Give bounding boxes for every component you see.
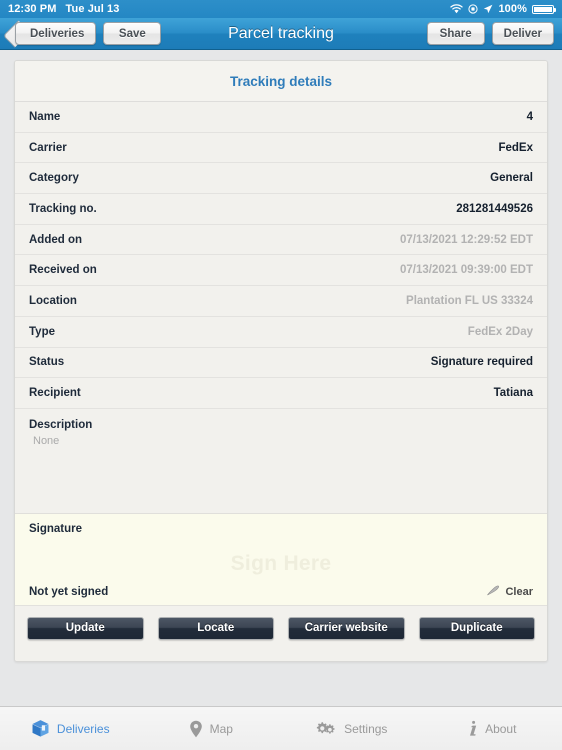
detail-row-key: Added on [29,233,83,246]
detail-row: Location Plantation FL US 33324 [15,286,547,317]
action-button-label: Update [65,622,105,635]
detail-row-value: FedEx 2Day [467,325,533,338]
tab-map[interactable]: Map [141,707,282,750]
detail-rows-list: Name 4 Carrier FedEx Category General Tracking… [15,102,547,409]
detail-row: Name 4 [15,102,547,133]
status-date: Tue Jul 13 [65,3,120,15]
detail-row: Received on 07/13/2021 09:39:00 EDT [15,255,547,287]
navigation-bar: Deliveries Save Parcel tracking Share De… [0,18,562,50]
detail-row-value: General [490,172,533,185]
action-button-carrier-website[interactable]: Carrier website [288,616,405,640]
signature-status: Not yet signed [29,586,109,599]
status-time: 12:30 PM [8,3,57,15]
tab-bar: Deliveries Map Settings About [0,706,562,750]
action-button-row: Update Locate Carrier website Duplicate [15,605,547,661]
status-bar: 12:30 PM Tue Jul 13 100% [0,0,562,18]
detail-row-key: Name [29,110,61,123]
info-i-icon [467,720,478,738]
detail-row-key: Location [29,294,77,307]
action-button-label: Duplicate [450,622,503,635]
rotation-lock-icon [468,4,479,14]
tracking-details-card: Tracking details Name 4 Carrier FedEx Catego… [14,60,548,662]
share-button[interactable]: Share [426,22,485,45]
nav-left-group: Deliveries Save [8,22,162,45]
gears-icon [315,720,337,737]
action-button-duplicate[interactable]: Duplicate [418,616,535,640]
detail-row: Type FedEx 2Day [15,316,547,348]
detail-row: Status Signature required [15,347,547,379]
deliver-button[interactable]: Deliver [491,22,554,45]
action-button-label: Carrier website [304,622,388,635]
pin-icon [189,720,203,738]
tab-label: About [485,721,517,736]
detail-row-value: FedEx [498,141,533,154]
detail-row: Recipient Tatiana [15,378,547,409]
app-root: 12:30 PM Tue Jul 13 100% Deliveries Save… [0,0,562,750]
detail-row-value: 4 [526,110,533,123]
share-button-label: Share [439,27,472,40]
detail-row-key: Received on [29,264,97,277]
detail-row: Category General [15,163,547,195]
detail-row-value: 07/13/2021 12:29:52 EDT [400,233,533,246]
signature-footer: Not yet signed Clear [15,585,547,600]
tab-label: Deliveries [56,721,110,736]
description-block: Description None [15,408,547,514]
save-button[interactable]: Save [103,22,162,45]
tab-deliveries[interactable]: Deliveries [0,707,141,750]
detail-row-value: Plantation FL US 33324 [406,294,533,307]
detail-row-value: Signature required [430,356,533,369]
detail-row-value: Tatiana [493,387,533,400]
description-label: Description [29,418,93,431]
wifi-icon [450,4,464,14]
action-button-update[interactable]: Update [27,616,144,640]
tab-about[interactable]: About [422,707,562,750]
detail-row: Tracking no. 281281449526 [15,194,547,225]
card-header-title: Tracking details [15,61,547,102]
action-button-label: Locate [197,622,235,635]
location-arrow-icon [483,4,493,14]
deliver-button-label: Deliver [503,27,542,40]
tab-label: Settings [344,721,388,736]
signature-label: Signature [29,522,83,535]
detail-row-value: 281281449526 [456,202,533,215]
status-indicators: 100% [450,3,556,15]
detail-row: Carrier FedEx [15,132,547,164]
tab-settings[interactable]: Settings [281,707,422,750]
detail-row-key: Carrier [29,141,67,154]
signature-placeholder: Sign Here [230,551,332,575]
detail-row-key: Recipient [29,387,81,400]
tab-label: Map [209,721,233,736]
detail-row-key: Tracking no. [29,202,97,215]
save-button-label: Save [118,27,146,40]
back-button-label: Deliveries [30,27,85,40]
signature-clear-button[interactable]: Clear [486,585,533,600]
battery-icon [532,4,556,14]
back-button-deliveries[interactable]: Deliveries [15,22,97,45]
detail-row-key: Status [29,356,65,369]
pencil-icon [486,585,500,600]
detail-row-key: Type [29,325,55,338]
detail-row-value: 07/13/2021 09:39:00 EDT [400,264,533,277]
description-value: None [33,434,60,447]
signature-pad[interactable]: Signature Sign Here Not yet signed Clear [15,513,547,606]
clear-label: Clear [505,586,533,599]
content-scroll-area[interactable]: Tracking details Name 4 Carrier FedEx Catego… [0,50,562,706]
detail-row: Added on 07/13/2021 12:29:52 EDT [15,224,547,256]
action-button-locate[interactable]: Locate [157,616,274,640]
battery-percent: 100% [498,3,527,15]
nav-right-group: Share Deliver [426,22,554,45]
box-icon [31,719,50,738]
detail-row-key: Category [29,172,79,185]
